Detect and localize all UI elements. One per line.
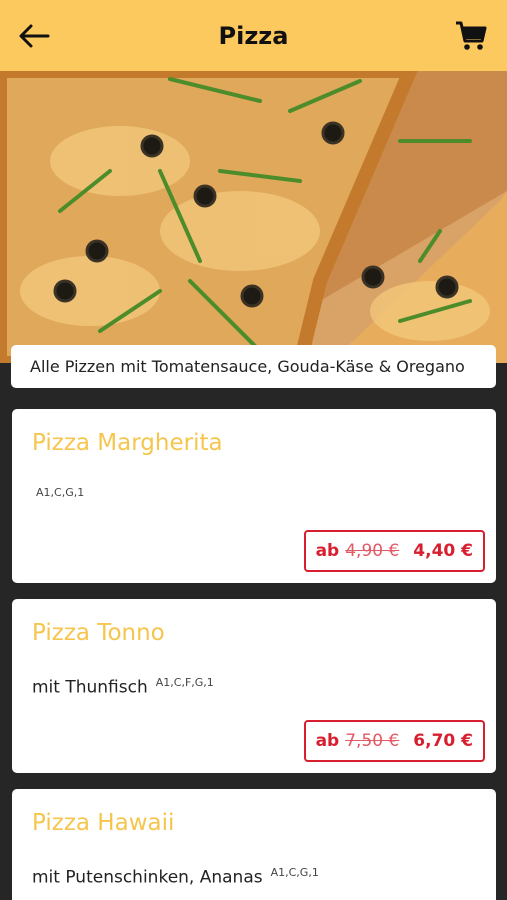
current-price: 6,70 € [413, 731, 473, 751]
price-button[interactable]: ab 7,50 € 6,70 € [303, 720, 485, 762]
price-prefix: ab [315, 541, 340, 561]
back-button[interactable] [18, 22, 50, 50]
menu-item-card[interactable]: Pizza Margherita A1,C,G,1 ab 4,90 € 4,40… [12, 409, 496, 583]
cart-icon [456, 21, 487, 50]
old-price: 7,50 € [345, 731, 400, 751]
item-description: mit Putenschinken, Ananas A1,C,G,1 [32, 866, 319, 888]
item-name: Pizza Tonno [32, 620, 165, 646]
arrow-left-icon [19, 24, 50, 48]
app-header: Pizza [0, 0, 507, 71]
price-prefix: ab [315, 731, 340, 751]
menu-item-card[interactable]: Pizza Hawaii mit Putenschinken, Ananas A1… [12, 789, 496, 900]
item-allergens: A1,C,G,1 [36, 486, 85, 499]
item-description-text: mit Thunfisch [32, 677, 148, 698]
info-text: Alle Pizzen mit Tomatensauce, Gouda-Käse… [30, 357, 465, 376]
page-title: Pizza [218, 21, 289, 50]
old-price: 4,90 € [345, 541, 400, 561]
item-name: Pizza Margherita [32, 430, 223, 456]
item-description-text: mit Putenschinken, Ananas [32, 867, 263, 888]
current-price: 4,40 € [413, 541, 473, 561]
info-box: Alle Pizzen mit Tomatensauce, Gouda-Käse… [11, 345, 496, 388]
pizza-hero-image [0, 71, 507, 363]
cart-button[interactable] [455, 20, 487, 52]
item-name: Pizza Hawaii [32, 810, 175, 836]
price-button[interactable]: ab 4,90 € 4,40 € [303, 530, 485, 572]
item-allergens: A1,C,F,G,1 [155, 676, 214, 689]
item-allergens: A1,C,G,1 [270, 866, 319, 879]
menu-item-card[interactable]: Pizza Tonno mit Thunfisch A1,C,F,G,1 ab 7… [12, 599, 496, 773]
item-description: mit Thunfisch A1,C,F,G,1 [32, 676, 214, 698]
